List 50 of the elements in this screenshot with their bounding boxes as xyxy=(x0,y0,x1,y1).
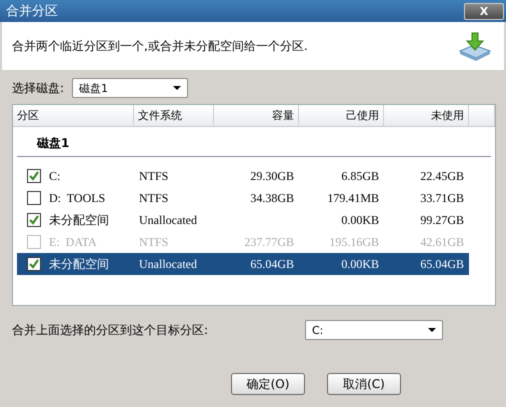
checkbox[interactable] xyxy=(27,213,41,227)
target-label: 合并上面选择的分区到这个目标分区: xyxy=(12,322,208,338)
table-cell-text: NTFS xyxy=(138,168,170,184)
partition-row[interactable]: 未分配空间 Unallocated 65.04GB 0.00KB 65.04GB xyxy=(17,253,469,275)
table-cell-text: NTFS xyxy=(138,234,170,250)
column-header[interactable]: 容量 xyxy=(214,105,299,126)
table-cell: E: DATA xyxy=(49,234,97,250)
table-cell: 未分配空间 xyxy=(49,212,109,228)
table-cell: C: xyxy=(49,168,60,184)
table-cell-text: 42.61GB xyxy=(419,234,465,250)
table-cell-text: 65.04GB xyxy=(249,256,295,272)
table-cell-text: 0.00KB xyxy=(340,212,380,228)
column-header[interactable]: 未使用 xyxy=(384,105,469,126)
table-cell: 未分配空间 xyxy=(49,256,109,272)
checkbox[interactable] xyxy=(27,191,41,205)
disk-arrow-icon xyxy=(458,31,492,61)
table-cell-text: 6.85GB xyxy=(340,168,380,184)
description-text: 合并两个临近分区到一个,或合并未分配空间给一个分区. xyxy=(12,38,308,54)
target-dropdown[interactable]: C: xyxy=(305,320,443,340)
checkbox[interactable] xyxy=(27,169,41,183)
table-cell-text: 99.27GB xyxy=(419,212,465,228)
partition-row[interactable]: C: NTFS 29.30GB 6.85GB 22.45GB xyxy=(17,165,469,187)
table-cell-text: NTFS xyxy=(138,190,170,206)
disk-label: 选择磁盘: xyxy=(12,80,64,96)
checkbox[interactable] xyxy=(27,257,41,271)
caret-icon xyxy=(428,328,436,332)
table-cell-text: 65.04GB xyxy=(419,256,465,272)
table-cell-text: 29.30GB xyxy=(249,168,295,184)
partition-row[interactable]: D: TOOLS NTFS 34.38GB 179.41MB 33.71GB xyxy=(17,187,469,209)
window-title: 合并分区 xyxy=(6,3,58,20)
table-cell-text: 195.16GB xyxy=(328,234,380,250)
table-cell-text: 0.00KB xyxy=(340,256,380,272)
table-cell-text: 237.77GB xyxy=(243,234,295,250)
column-header[interactable]: 分区 xyxy=(13,105,134,126)
table-cell-text: 179.41MB xyxy=(326,190,380,206)
table-cell-text: Unallocated xyxy=(138,256,198,272)
column-header[interactable]: 文件系统 xyxy=(134,105,214,126)
column-header[interactable]: 己使用 xyxy=(299,105,384,126)
partition-row[interactable]: 未分配空间 Unallocated 0.00KB 99.27GB xyxy=(17,209,469,231)
caret-icon xyxy=(173,86,182,90)
disk-group-label: 磁盘1 xyxy=(17,135,491,157)
table-cell-text: Unallocated xyxy=(138,212,198,228)
table-cell-text: 34.38GB xyxy=(249,190,295,206)
cancel-button[interactable]: 取消(C) xyxy=(327,373,401,395)
table-cell-text: 33.71GB xyxy=(419,190,465,206)
ok-button[interactable]: 确定(O) xyxy=(231,373,305,395)
table-cell: D: TOOLS xyxy=(49,190,106,206)
close-button[interactable]: X xyxy=(464,2,504,20)
table-cell-text: 22.45GB xyxy=(419,168,465,184)
disk-dropdown[interactable]: 磁盘1 xyxy=(72,78,188,98)
